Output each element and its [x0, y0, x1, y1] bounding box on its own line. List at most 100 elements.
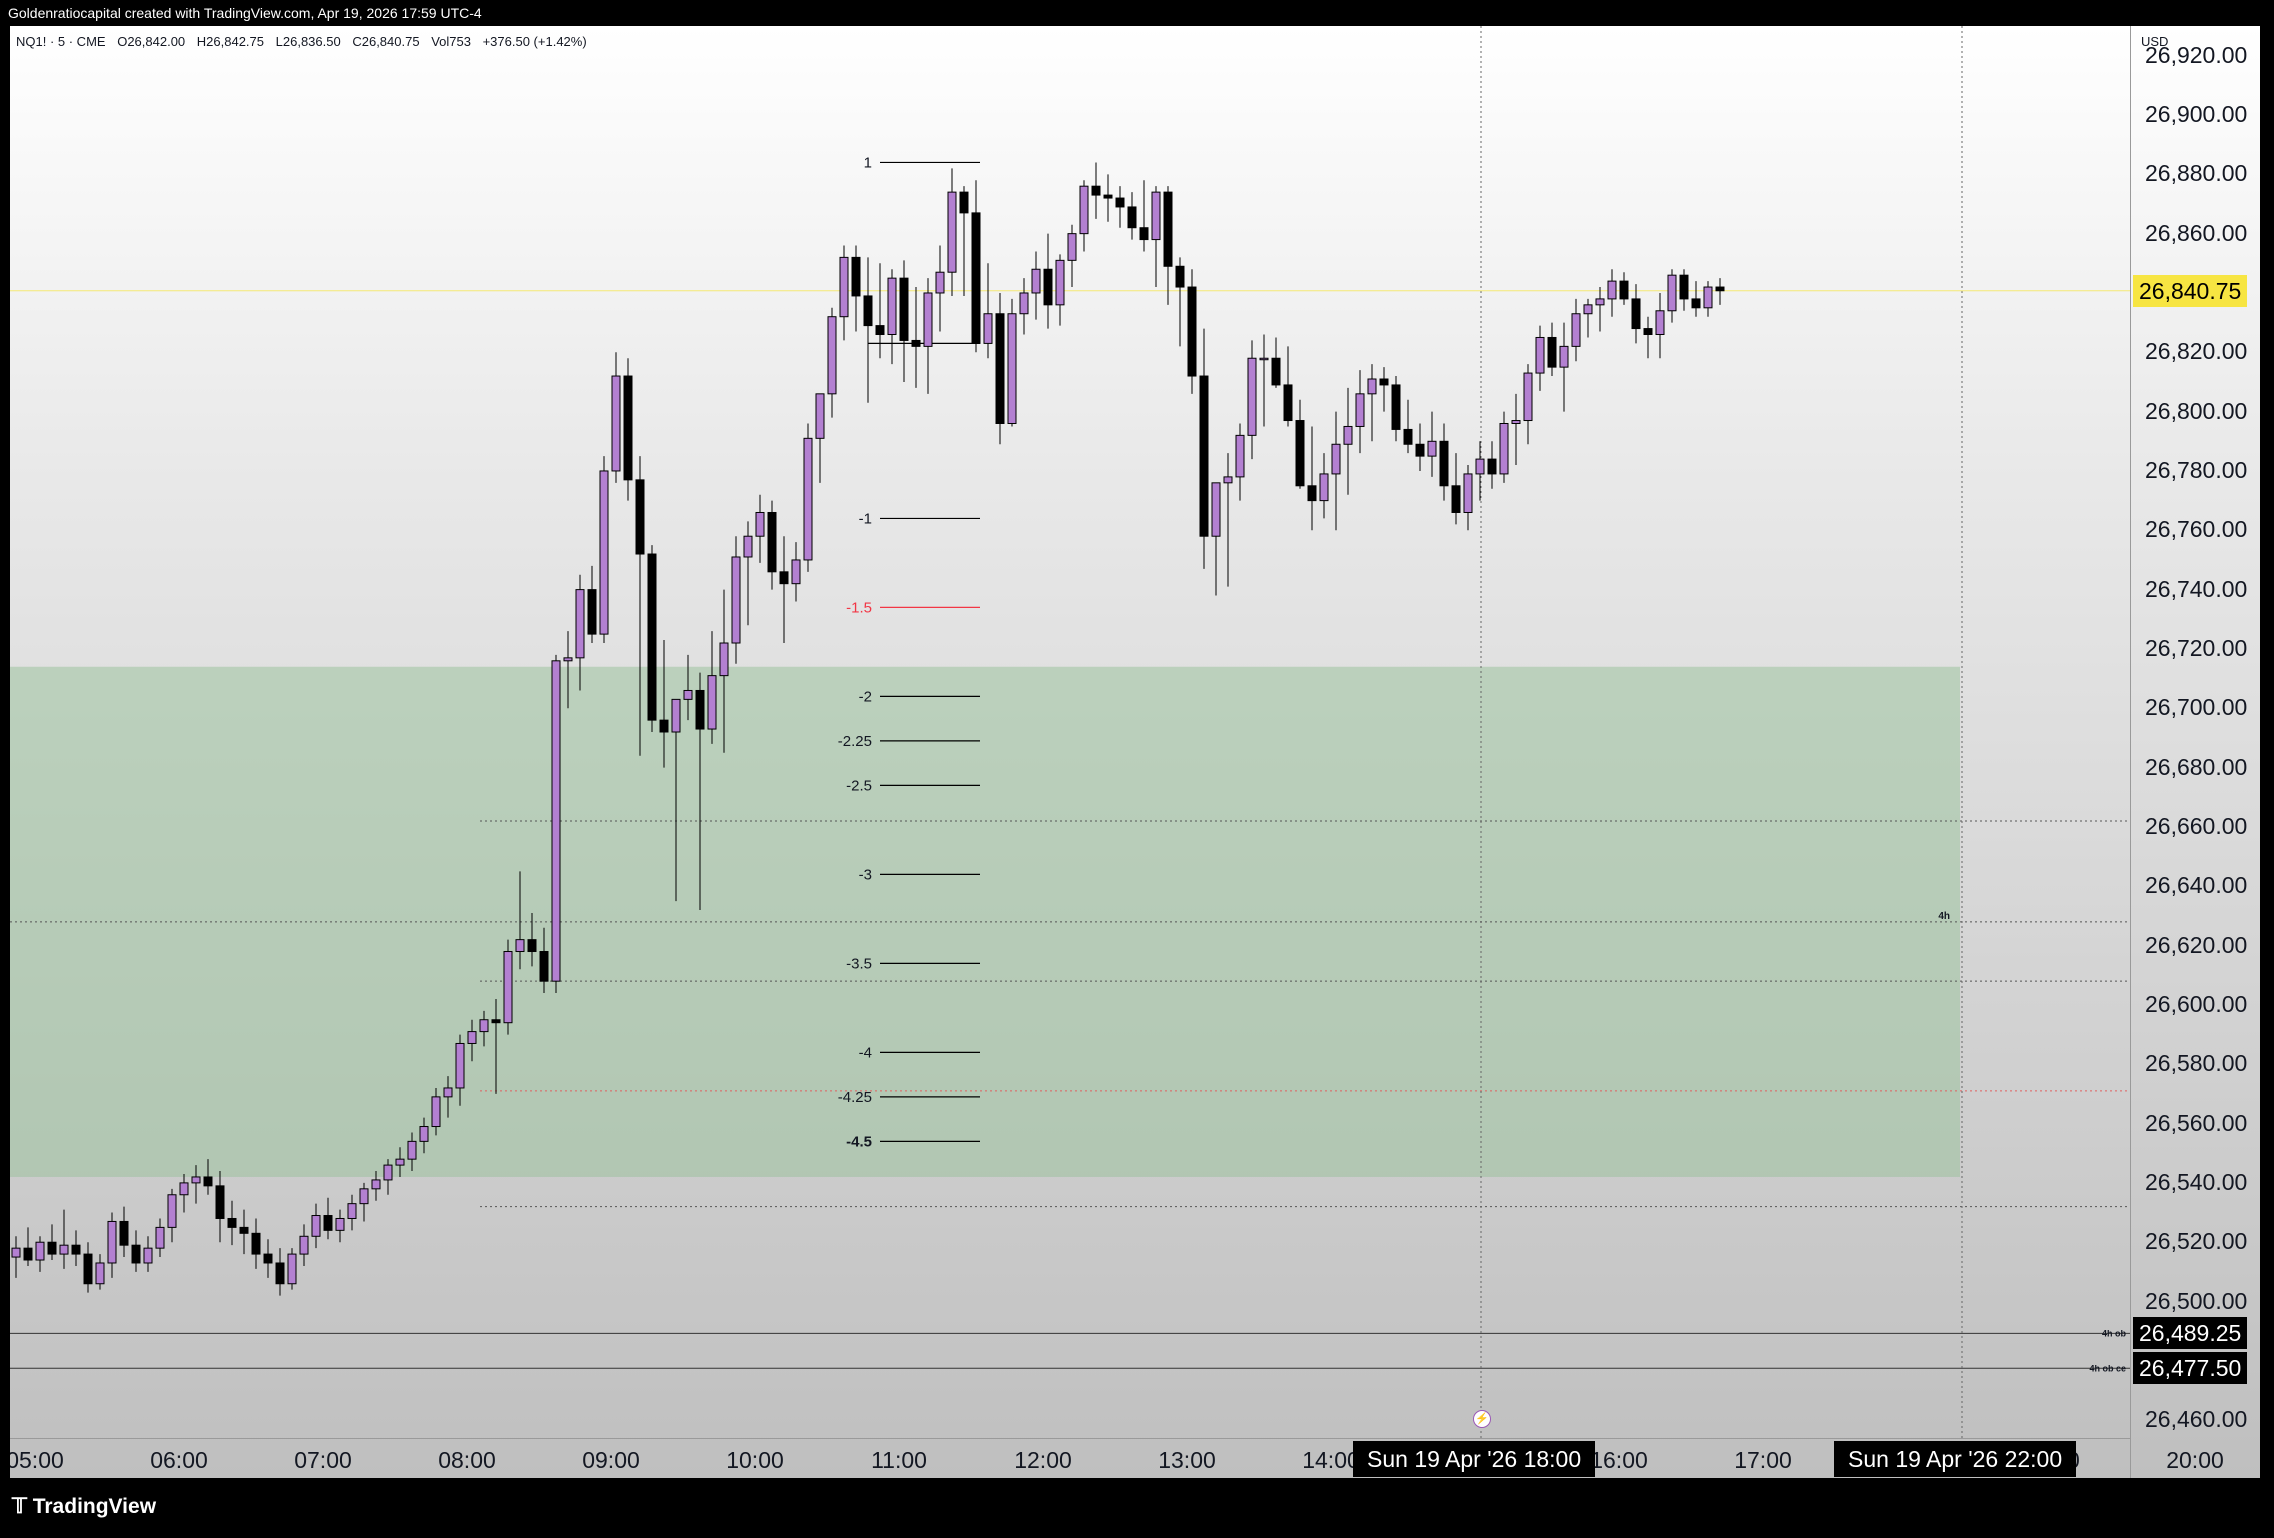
candle-body	[1115, 197, 1125, 208]
candle-body	[35, 1241, 45, 1261]
candle-body	[971, 212, 981, 344]
candle-body	[263, 1253, 273, 1264]
cursor-time-tag: Sun 19 Apr '26 18:00	[1353, 1441, 1596, 1477]
price-tick-label: 26,540.00	[2145, 1168, 2248, 1195]
price-tick-label: 26,820.00	[2145, 338, 2248, 365]
candle-body	[1367, 378, 1377, 395]
candle-body	[1067, 233, 1077, 261]
attribution-bar: Goldenratiocapital created with TradingV…	[0, 0, 2274, 26]
fib-label: -4.25	[838, 1089, 872, 1106]
candle-body	[755, 511, 765, 537]
candle-body	[1559, 345, 1569, 368]
price-tick-label: 26,900.00	[2145, 100, 2248, 127]
candle-body	[455, 1042, 465, 1089]
chart-panel[interactable]: 4h 4h ob 4h ob ce 1 -1 -1.5 -2 -2.25 -2.5 -3 -3.5 -…	[10, 26, 2260, 1478]
candle-body	[707, 675, 717, 730]
candle-body	[863, 295, 873, 327]
candle-body	[371, 1179, 381, 1190]
time-tick-label: 10:00	[726, 1447, 784, 1473]
brand-name: TradingView	[32, 1495, 157, 1518]
candle-body	[287, 1253, 297, 1285]
candle-body	[779, 571, 789, 585]
candle-body	[167, 1194, 177, 1228]
candle-body	[1283, 384, 1293, 422]
candle-body	[1175, 265, 1185, 288]
candle-body	[671, 698, 681, 733]
candle-body	[227, 1217, 237, 1228]
candle-body	[71, 1244, 81, 1255]
candle-body	[191, 1176, 201, 1184]
tradingview-logo[interactable]: 𝕋 TradingView	[12, 1494, 156, 1519]
candle-body	[839, 256, 849, 318]
candle-body	[131, 1244, 141, 1264]
candle-body	[1715, 286, 1725, 292]
candle-body	[491, 1019, 501, 1024]
candle-body	[695, 689, 705, 730]
price-tick-label: 26,520.00	[2145, 1228, 2248, 1255]
fib-label: -4	[859, 1044, 872, 1061]
candle-body	[251, 1232, 261, 1255]
time-tick-label: 08:00	[438, 1447, 496, 1473]
price-tick-label: 26,700.00	[2145, 694, 2248, 721]
candle-body	[1043, 268, 1053, 306]
price-tick-label: 26,920.00	[2145, 41, 2248, 68]
candle-body	[1391, 384, 1401, 430]
bolt-icon[interactable]: ⚡	[1473, 1410, 1491, 1428]
price-tick-label: 26,560.00	[2145, 1109, 2248, 1136]
candle-body	[299, 1235, 309, 1255]
candle-body	[1379, 378, 1389, 386]
candle-body	[1163, 191, 1173, 267]
zone-label: 4h	[1938, 911, 1950, 922]
candle-body	[407, 1140, 417, 1160]
time-tick-label: 17:00	[1734, 1447, 1792, 1473]
time-axis[interactable]: 05:00 06:00 07:00 08:00 09:00 10:00 11:00 12:00…	[10, 1438, 2224, 1478]
candle-body	[1127, 206, 1137, 229]
candle-body	[1271, 357, 1281, 386]
fib-label: -2.25	[838, 733, 872, 750]
candle-body	[479, 1019, 489, 1033]
candle-body	[911, 339, 921, 347]
candle-body	[1679, 274, 1689, 300]
candle-body	[1523, 372, 1533, 422]
candle-body	[935, 271, 945, 294]
candle-body	[719, 642, 729, 677]
candle-body	[443, 1087, 453, 1098]
change-value: +376.50 (+1.42%)	[482, 34, 587, 49]
candle-body	[1427, 440, 1437, 457]
time-tick-label: 05:00	[10, 1447, 64, 1473]
candle-body	[1343, 425, 1353, 445]
candle-body	[1199, 375, 1209, 537]
candle-body	[47, 1241, 57, 1255]
price-tick-label: 26,680.00	[2145, 753, 2248, 780]
price-tick-label: 26,620.00	[2145, 931, 2248, 958]
candle-body	[1007, 313, 1017, 424]
attribution-text: Goldenratiocapital created with TradingV…	[8, 5, 482, 21]
candle-body	[1619, 280, 1629, 300]
candle-body	[611, 375, 621, 472]
candle-body	[359, 1188, 369, 1205]
candle-body	[551, 660, 561, 982]
candle-body	[347, 1203, 357, 1219]
plot-area[interactable]: 4h 4h ob 4h ob ce 1 -1 -1.5 -2 -2.25 -2.5 -3 -3.5 -…	[10, 26, 2130, 1438]
fib-label: -2.5	[846, 777, 872, 794]
price-tick-label: 26,720.00	[2145, 634, 2248, 661]
candle-body	[539, 951, 549, 982]
fib-label: 1	[864, 154, 872, 171]
fib-label: -1	[859, 510, 872, 527]
price-axis[interactable]: USD 26,920.00 26,900.00 26,880.00 26,860.00…	[2130, 26, 2260, 1478]
candle-body	[743, 535, 753, 558]
candle-body	[647, 553, 657, 721]
candle-body	[1151, 191, 1161, 241]
price-tick-label: 26,580.00	[2145, 1050, 2248, 1077]
candle-body	[599, 470, 609, 635]
candle-body	[1139, 227, 1149, 241]
candle-body	[1031, 268, 1041, 294]
candle-body	[1607, 280, 1617, 300]
candle-body	[587, 589, 597, 635]
candle-body	[179, 1182, 189, 1196]
candle-body	[1055, 259, 1065, 306]
candle-body	[1451, 485, 1461, 513]
price-tick-label: 26,800.00	[2145, 397, 2248, 424]
symbol-name[interactable]: NQ1! · 5 · CME	[16, 34, 106, 49]
candle-body	[983, 313, 993, 344]
